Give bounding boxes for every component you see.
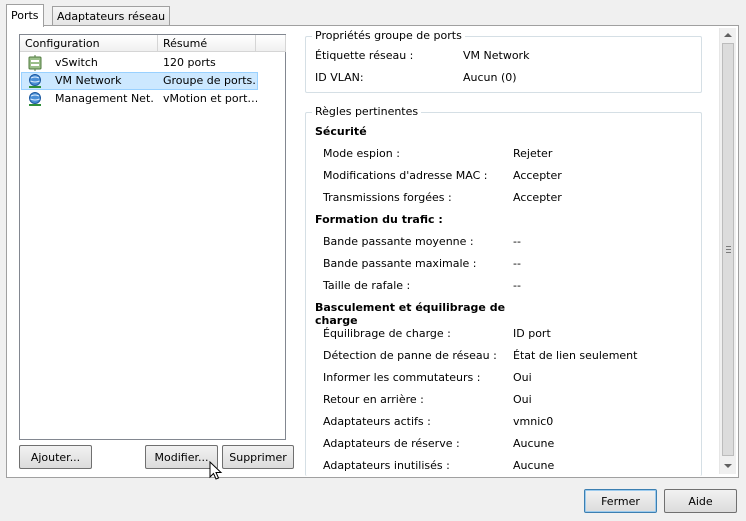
failure-detection-value: État de lien seulement [513,349,638,362]
row-name: Management Net… [55,92,153,105]
failure-detection-label: Détection de panne de réseau : [323,349,497,362]
port-group-properties-group: Propriétés groupe de ports Étiquette rés… [305,29,702,93]
network-label-value: VM Network [463,49,530,62]
column-header-filler [256,35,286,52]
list-header: Configuration Résumé [20,35,286,52]
edit-button[interactable]: Modifier... [145,445,218,469]
row-name: VM Network [55,74,122,87]
unused-adapters-value: Aucune [513,459,555,472]
unused-adapters-label: Adaptateurs inutilisés : [323,459,450,472]
promiscuous-mode-value: Rejeter [513,147,553,160]
failover-section-title-line2: charge [315,314,358,327]
active-adapters-label: Adaptateurs actifs : [323,415,431,428]
thumb-grip [726,252,731,253]
thumb-grip [726,246,731,247]
notify-switches-value: Oui [513,371,532,384]
port-config-list[interactable]: Configuration Résumé vSwitch 120 ports V… [19,34,286,440]
peak-bandwidth-value: -- [513,257,521,270]
column-header-configuration[interactable]: Configuration [20,35,158,52]
failback-label: Retour en arrière : [323,393,424,406]
standby-adapters-value: Aucune [513,437,555,450]
mac-changes-label: Modifications d'adresse MAC : [323,169,488,182]
promiscuous-mode-label: Mode espion : [323,147,400,160]
average-bandwidth-value: -- [513,235,521,248]
list-item-management-network[interactable]: Management Net… vMotion et port… [21,90,258,108]
port-group-properties-title: Propriétés groupe de ports [312,29,465,42]
close-button[interactable]: Fermer [584,489,657,513]
security-section-title: Sécurité [315,125,367,138]
vswitch-icon [27,55,43,71]
burst-size-label: Taille de rafale : [323,279,411,292]
failover-section-title: Basculement et équilibrage de [315,301,506,314]
vlan-id-label: ID VLAN: [315,71,364,84]
forged-transmits-label: Transmissions forgées : [323,191,452,204]
vmkernel-port-icon [27,91,43,107]
list-item-vm-network[interactable]: VM Network Groupe de ports… [21,72,258,90]
active-adapters-value: vmnic0 [513,415,554,428]
mac-changes-value: Accepter [513,169,562,182]
column-header-summary[interactable]: Résumé [158,35,256,52]
row-summary: 120 ports [163,56,216,69]
row-summary: Groupe de ports… [163,74,257,87]
average-bandwidth-label: Bande passante moyenne : [323,235,474,248]
notify-switches-label: Informer les commutateurs : [323,371,481,384]
row-summary: vMotion et port… [163,92,257,105]
ports-tab-panel: Configuration Résumé vSwitch 120 ports V… [6,25,739,478]
scrollbar-thumb[interactable] [722,43,734,456]
policies-group: Règles pertinentes Sécurité Mode espion … [305,105,702,476]
row-name: vSwitch [55,56,98,69]
thumb-grip [726,249,731,250]
vlan-id-value: Aucun (0) [463,71,517,84]
tab-network-adapters[interactable]: Adaptateurs réseau [52,6,171,26]
help-button[interactable]: Aide [664,489,737,513]
policies-title: Règles pertinentes [312,105,422,118]
scroll-up-arrow-icon[interactable] [724,33,732,37]
load-balancing-label: Équilibrage de charge : [323,327,451,340]
details-scrollbar[interactable] [719,28,736,474]
list-item-vswitch[interactable]: vSwitch 120 ports [21,54,258,72]
traffic-shaping-section-title: Formation du trafic : [315,213,443,226]
add-button[interactable]: Ajouter... [19,445,92,469]
load-balancing-value: ID port [513,327,551,340]
standby-adapters-label: Adaptateurs de réserve : [323,437,460,450]
forged-transmits-value: Accepter [513,191,562,204]
scroll-down-arrow-icon[interactable] [724,464,732,468]
network-label-label: Étiquette réseau : [315,49,414,62]
remove-button[interactable]: Supprimer [222,445,294,469]
mouse-cursor-icon [209,460,223,481]
failback-value: Oui [513,393,532,406]
tab-ports[interactable]: Ports [6,4,44,27]
peak-bandwidth-label: Bande passante maximale : [323,257,477,270]
vm-network-icon [27,73,43,89]
burst-size-value: -- [513,279,521,292]
